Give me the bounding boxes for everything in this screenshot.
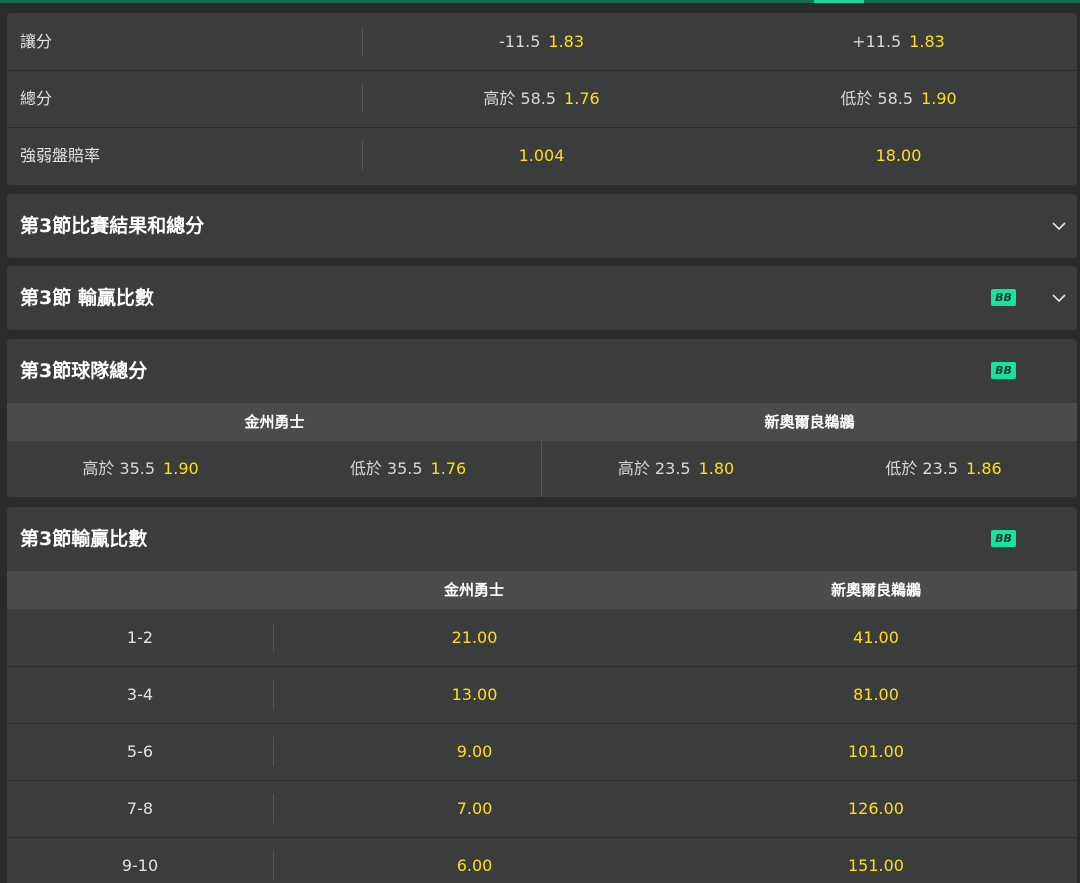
- margin-label: 9-10: [121, 856, 159, 875]
- odds-button-away[interactable]: 81.00: [675, 666, 1077, 723]
- bet-builder-badge: BB: [991, 362, 1016, 379]
- section-title: 第3節 輸贏比數: [20, 287, 154, 309]
- odds-button[interactable]: 高於 23.5 1.80: [542, 440, 810, 497]
- table-row: 5-6 9.00 101.00: [7, 723, 1077, 781]
- margin-label: 7-8: [126, 799, 154, 818]
- chevron-down-icon[interactable]: [1051, 290, 1067, 306]
- market-row-total: 總分 高於 58.5 1.76 低於 58.5 1.90: [7, 70, 1077, 128]
- odds-button[interactable]: 低於 35.5 1.76: [274, 440, 542, 497]
- table-row: 3-4 13.00 81.00: [7, 666, 1077, 724]
- margin-label: 1-2: [126, 628, 154, 647]
- section-q3-team-total: 第3節球隊總分 BB 金州勇士 新奧爾良鵜鶘 高於 35.5 1.90 低於 35…: [7, 339, 1077, 497]
- team-header-row: 金州勇士 新奧爾良鵜鶘: [7, 403, 1077, 441]
- odds-button[interactable]: 高於 58.5 1.76: [363, 70, 720, 127]
- team-name-home: 金州勇士: [443, 581, 504, 599]
- odds-value: 18.00: [875, 146, 922, 165]
- odds-button[interactable]: 低於 23.5 1.86: [810, 440, 1077, 497]
- market-label: 強弱盤賠率: [20, 146, 101, 165]
- selection-line: 低於 23.5: [885, 459, 959, 478]
- odds-value: 1.83: [548, 32, 585, 51]
- odds-button[interactable]: 1.004: [363, 127, 720, 184]
- team-name-away: 新奧爾良鵜鶘: [830, 581, 921, 599]
- odds-value: 1.76: [430, 459, 467, 478]
- odds-button-home[interactable]: 7.00: [274, 780, 675, 837]
- top-accent-bar: [0, 0, 1080, 3]
- odds-button-home[interactable]: 13.00: [274, 666, 675, 723]
- odds-value: 1.80: [698, 459, 735, 478]
- selection-line: 低於 35.5: [349, 459, 423, 478]
- odds-button-home[interactable]: 6.00: [274, 837, 675, 883]
- odds-button-away[interactable]: 41.00: [675, 609, 1077, 666]
- odds-value: 1.90: [921, 89, 957, 108]
- odds-value: 1.83: [909, 32, 945, 51]
- odds-value: 1.86: [966, 459, 1002, 478]
- section-title: 第3節比賽結果和總分: [20, 215, 205, 237]
- active-tab-indicator: [814, 0, 864, 3]
- odds-button[interactable]: +11.5 1.83: [720, 13, 1077, 70]
- bet-builder-badge: BB: [991, 289, 1016, 306]
- selection-line: 高於 23.5: [617, 459, 691, 478]
- odds-value: 1.90: [163, 459, 199, 478]
- odds-value: 1.004: [518, 146, 565, 165]
- odds-button[interactable]: 18.00: [720, 127, 1077, 184]
- table-row: 7-8 7.00 126.00: [7, 780, 1077, 838]
- team-name-away: 新奧爾良鵜鶘: [764, 413, 855, 431]
- odds-button-home[interactable]: 9.00: [274, 723, 675, 780]
- selection-line: +11.5: [852, 32, 902, 51]
- selection-line: -11.5: [498, 32, 541, 51]
- odds-button-home[interactable]: 21.00: [274, 609, 675, 666]
- section-q3-winning-margin: 第3節輸贏比數 BB 金州勇士 新奧爾良鵜鶘 1-2 21.00 41.00 3…: [7, 507, 1077, 883]
- margin-label: 5-6: [126, 742, 154, 761]
- market-label: 總分: [20, 89, 53, 108]
- section-title[interactable]: 第3節球隊總分: [20, 339, 147, 403]
- odds-button[interactable]: 低於 58.5 1.90: [720, 70, 1077, 127]
- market-label: 讓分: [20, 32, 53, 51]
- selection-line: 高於 35.5: [82, 459, 156, 478]
- section-q3-winning-margin-collapsed[interactable]: 第3節 輸贏比數 BB: [7, 266, 1077, 330]
- team-name-home: 金州勇士: [244, 413, 305, 431]
- odds-button-away[interactable]: 151.00: [675, 837, 1077, 883]
- odds-button-away[interactable]: 101.00: [675, 723, 1077, 780]
- odds-button-away[interactable]: 126.00: [675, 780, 1077, 837]
- odds-button[interactable]: 高於 35.5 1.90: [7, 440, 274, 497]
- main-markets-panel: 讓分 -11.5 1.83 +11.5 1.83 總分 高於 58.5 1.76 低於…: [7, 13, 1077, 185]
- table-row: 1-2 21.00 41.00: [7, 609, 1077, 667]
- margin-label: 3-4: [126, 685, 154, 704]
- selection-line: 低於 58.5: [840, 89, 914, 108]
- odds-button[interactable]: -11.5 1.83: [363, 13, 720, 70]
- team-header-row: 金州勇士 新奧爾良鵜鶘: [7, 571, 1077, 609]
- bet-builder-badge: BB: [991, 530, 1016, 547]
- odds-value: 1.76: [564, 89, 600, 108]
- section-q3-result-total[interactable]: 第3節比賽結果和總分: [7, 194, 1077, 258]
- market-row-handicap: 讓分 -11.5 1.83 +11.5 1.83: [7, 13, 1077, 71]
- market-row-moneyline: 強弱盤賠率 1.004 18.00: [7, 127, 1077, 184]
- section-title[interactable]: 第3節輸贏比數: [20, 507, 147, 571]
- table-row: 9-10 6.00 151.00: [7, 837, 1077, 883]
- chevron-down-icon[interactable]: [1051, 218, 1067, 234]
- selection-line: 高於 58.5: [483, 89, 557, 108]
